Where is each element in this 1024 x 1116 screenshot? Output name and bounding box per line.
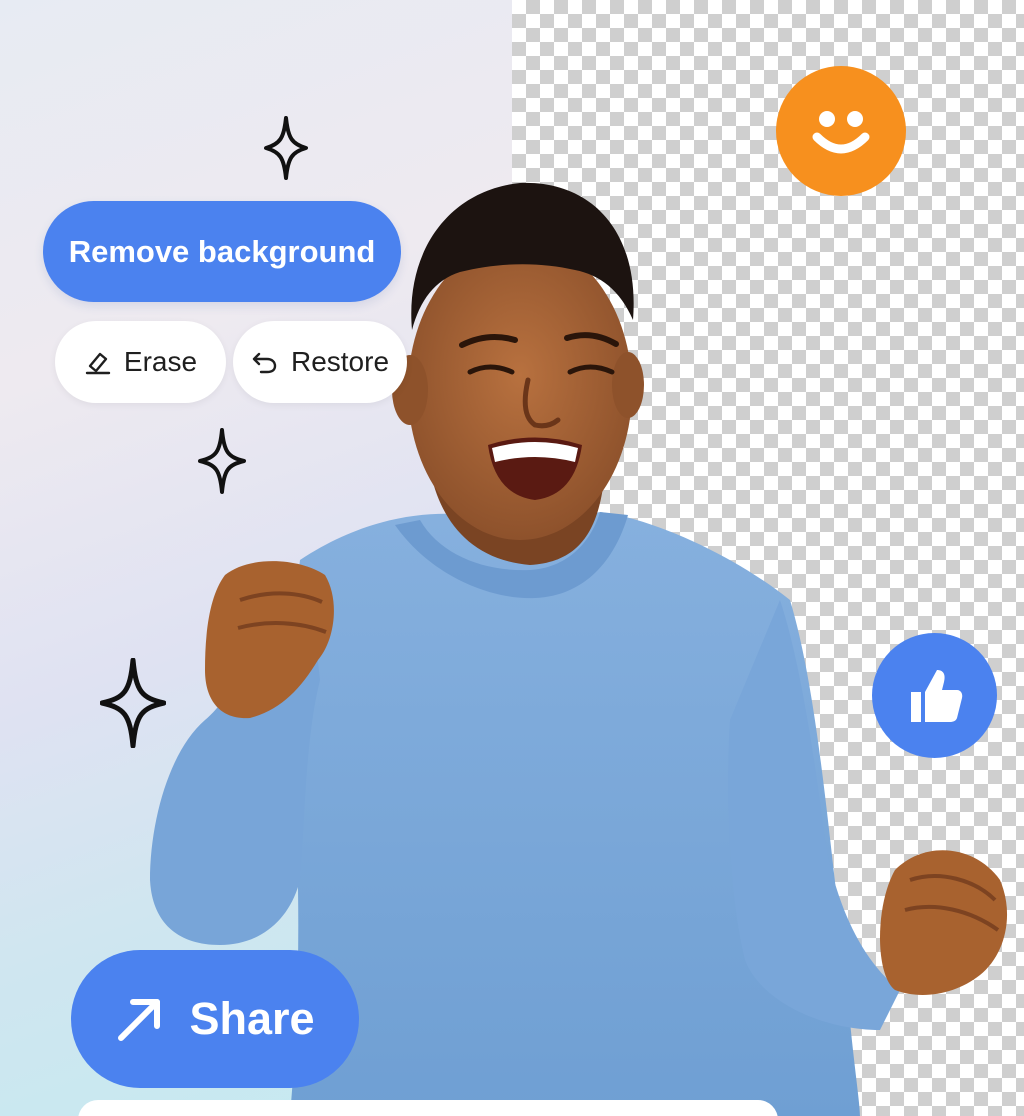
- pencil-eraser-icon: [84, 348, 112, 376]
- bottom-panel: [78, 1100, 778, 1116]
- undo-arrow-icon: [251, 348, 279, 376]
- smiley-face-icon: [776, 66, 906, 196]
- sweater-right-sleeve: [728, 600, 900, 1030]
- sparkle-icon: [198, 428, 246, 494]
- remove-background-button[interactable]: Remove background: [43, 201, 401, 302]
- restore-label: Restore: [290, 346, 390, 377]
- sparkle-icon: [100, 658, 166, 748]
- share-label: Share: [189, 993, 315, 1044]
- editor-canvas: Remove background Erase Restore Share: [0, 0, 1024, 1116]
- restore-button[interactable]: Restore: [233, 321, 407, 403]
- remove-background-label: Remove background: [68, 233, 376, 269]
- thumbs-up-icon: [872, 633, 997, 758]
- sparkle-icon: [264, 116, 308, 180]
- share-button[interactable]: Share: [71, 950, 359, 1088]
- erase-button[interactable]: Erase: [55, 321, 226, 403]
- arrow-up-right-icon: [115, 994, 165, 1044]
- erase-label: Erase: [123, 346, 198, 377]
